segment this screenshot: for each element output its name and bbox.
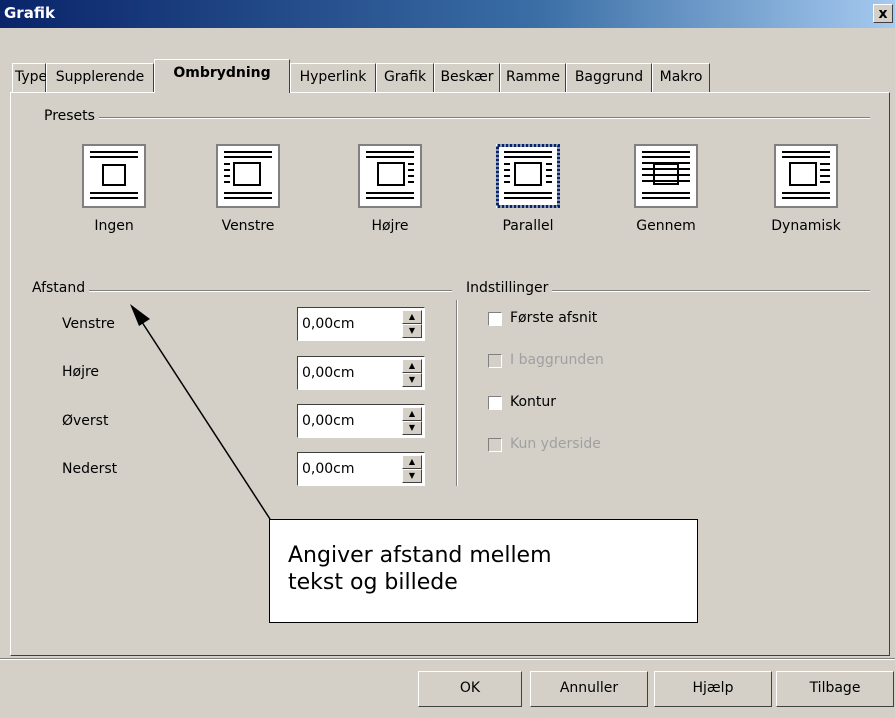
tab-ombrydning[interactable]: Ombrydning <box>154 59 290 93</box>
callout-line-1: Angiver afstand mellem <box>288 543 552 568</box>
ok-button[interactable]: OK <box>418 671 522 707</box>
cancel-button[interactable]: Annuller <box>530 671 648 707</box>
footer-divider <box>0 658 895 660</box>
callout-line-2: tekst og billede <box>288 570 458 595</box>
reset-button[interactable]: Tilbage <box>776 671 894 707</box>
help-button[interactable]: Hjælp <box>654 671 772 707</box>
callout-box: Angiver afstand mellem tekst og billede <box>269 519 698 623</box>
